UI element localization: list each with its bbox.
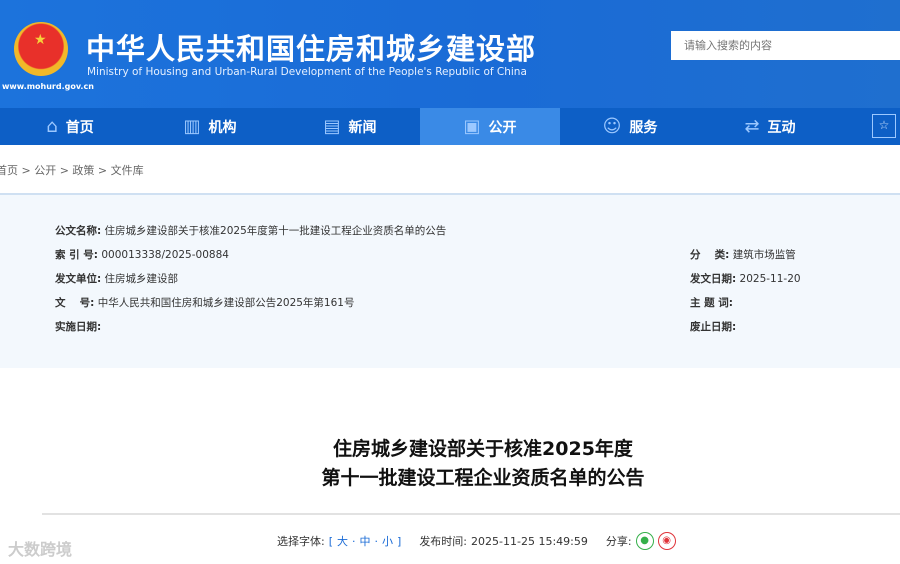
font-medium-button[interactable]: 中 bbox=[360, 533, 371, 549]
separator: · bbox=[352, 535, 356, 548]
watermark: 大数跨境 bbox=[8, 536, 72, 560]
nav-news[interactable]: ▤ 新闻 bbox=[280, 108, 420, 145]
wechat-share-icon[interactable]: ● bbox=[636, 532, 654, 550]
breadcrumb[interactable]: 首页 > 公开 > 政策 > 文件库 bbox=[0, 162, 144, 178]
nav-home[interactable]: ⌂ 首页 bbox=[0, 108, 140, 145]
publish-time-label: 发布时间: bbox=[419, 533, 467, 549]
separator: · bbox=[375, 535, 379, 548]
nav-disclosure[interactable]: ▣ 公开 bbox=[420, 108, 560, 145]
info-expiry-date: 废止日期: bbox=[690, 319, 736, 334]
disclosure-icon: ▣ bbox=[463, 116, 480, 137]
document-info-panel: 公文名称: 住房城乡建设部关于核准2025年度第十一批建设工程企业资质名单的公告… bbox=[0, 193, 900, 368]
article-title-line1: 住房城乡建设部关于核准2025年度 bbox=[0, 434, 900, 461]
font-small-button[interactable]: 小 bbox=[382, 533, 393, 549]
nav-label: 公开 bbox=[489, 117, 517, 137]
favorite-star-icon[interactable]: ☆ bbox=[872, 114, 896, 138]
font-size-label: 选择字体: bbox=[277, 533, 325, 549]
nav-service[interactable]: ☺ 服务 bbox=[560, 108, 700, 145]
article-meta: 选择字体: [ 大 · 中 · 小 ] 发布时间: 2025-11-25 15:… bbox=[277, 532, 676, 550]
news-icon: ▤ bbox=[323, 116, 340, 137]
share-label: 分享: bbox=[606, 533, 632, 549]
font-large-button[interactable]: 大 bbox=[337, 533, 348, 549]
info-category: 分 类: 建筑市场监管 bbox=[690, 247, 796, 262]
main-nav: ⌂ 首页 ▥ 机构 ▤ 新闻 ▣ 公开 ☺ 服务 ⇄ 互动 ☆ bbox=[0, 108, 900, 145]
nav-label: 首页 bbox=[66, 117, 94, 137]
national-emblem-icon: ★ bbox=[14, 22, 68, 76]
info-issue-date: 发文日期: 2025-11-20 bbox=[690, 271, 801, 286]
service-icon: ☺ bbox=[603, 116, 622, 137]
info-effective-date: 实施日期: bbox=[55, 319, 101, 334]
info-index: 索 引 号: 000013338/2025-00884 bbox=[55, 247, 229, 262]
nav-interact[interactable]: ⇄ 互动 bbox=[700, 108, 840, 145]
site-url: www.mohurd.gov.cn bbox=[2, 82, 94, 91]
article-title-line2: 第十一批建设工程企业资质名单的公告 bbox=[0, 463, 900, 490]
weibo-share-icon[interactable]: ◉ bbox=[658, 532, 676, 550]
info-issuer: 发文单位: 住房城乡建设部 bbox=[55, 271, 178, 286]
divider bbox=[42, 513, 900, 515]
bracket: ] bbox=[397, 535, 401, 548]
nav-organization[interactable]: ▥ 机构 bbox=[140, 108, 280, 145]
site-subtitle: Ministry of Housing and Urban-Rural Deve… bbox=[87, 66, 527, 78]
search-input[interactable] bbox=[671, 31, 900, 60]
info-keywords: 主 题 词: bbox=[690, 295, 733, 310]
nav-label: 服务 bbox=[629, 117, 657, 137]
info-doc-number: 文 号: 中华人民共和国住房和城乡建设部公告2025年第161号 bbox=[55, 295, 354, 310]
publish-time: 2025-11-25 15:49:59 bbox=[471, 535, 588, 548]
interact-icon: ⇄ bbox=[744, 116, 759, 137]
building-icon: ▥ bbox=[183, 116, 200, 137]
site-title[interactable]: 中华人民共和国住房和城乡建设部 bbox=[86, 26, 536, 68]
nav-label: 新闻 bbox=[349, 117, 377, 137]
bracket: [ bbox=[329, 535, 333, 548]
info-name: 公文名称: 住房城乡建设部关于核准2025年度第十一批建设工程企业资质名单的公告 bbox=[55, 223, 446, 238]
nav-label: 互动 bbox=[768, 117, 796, 137]
site-header: ★ www.mohurd.gov.cn 中华人民共和国住房和城乡建设部 Mini… bbox=[0, 0, 900, 108]
home-icon: ⌂ bbox=[46, 116, 57, 137]
nav-label: 机构 bbox=[209, 117, 237, 137]
